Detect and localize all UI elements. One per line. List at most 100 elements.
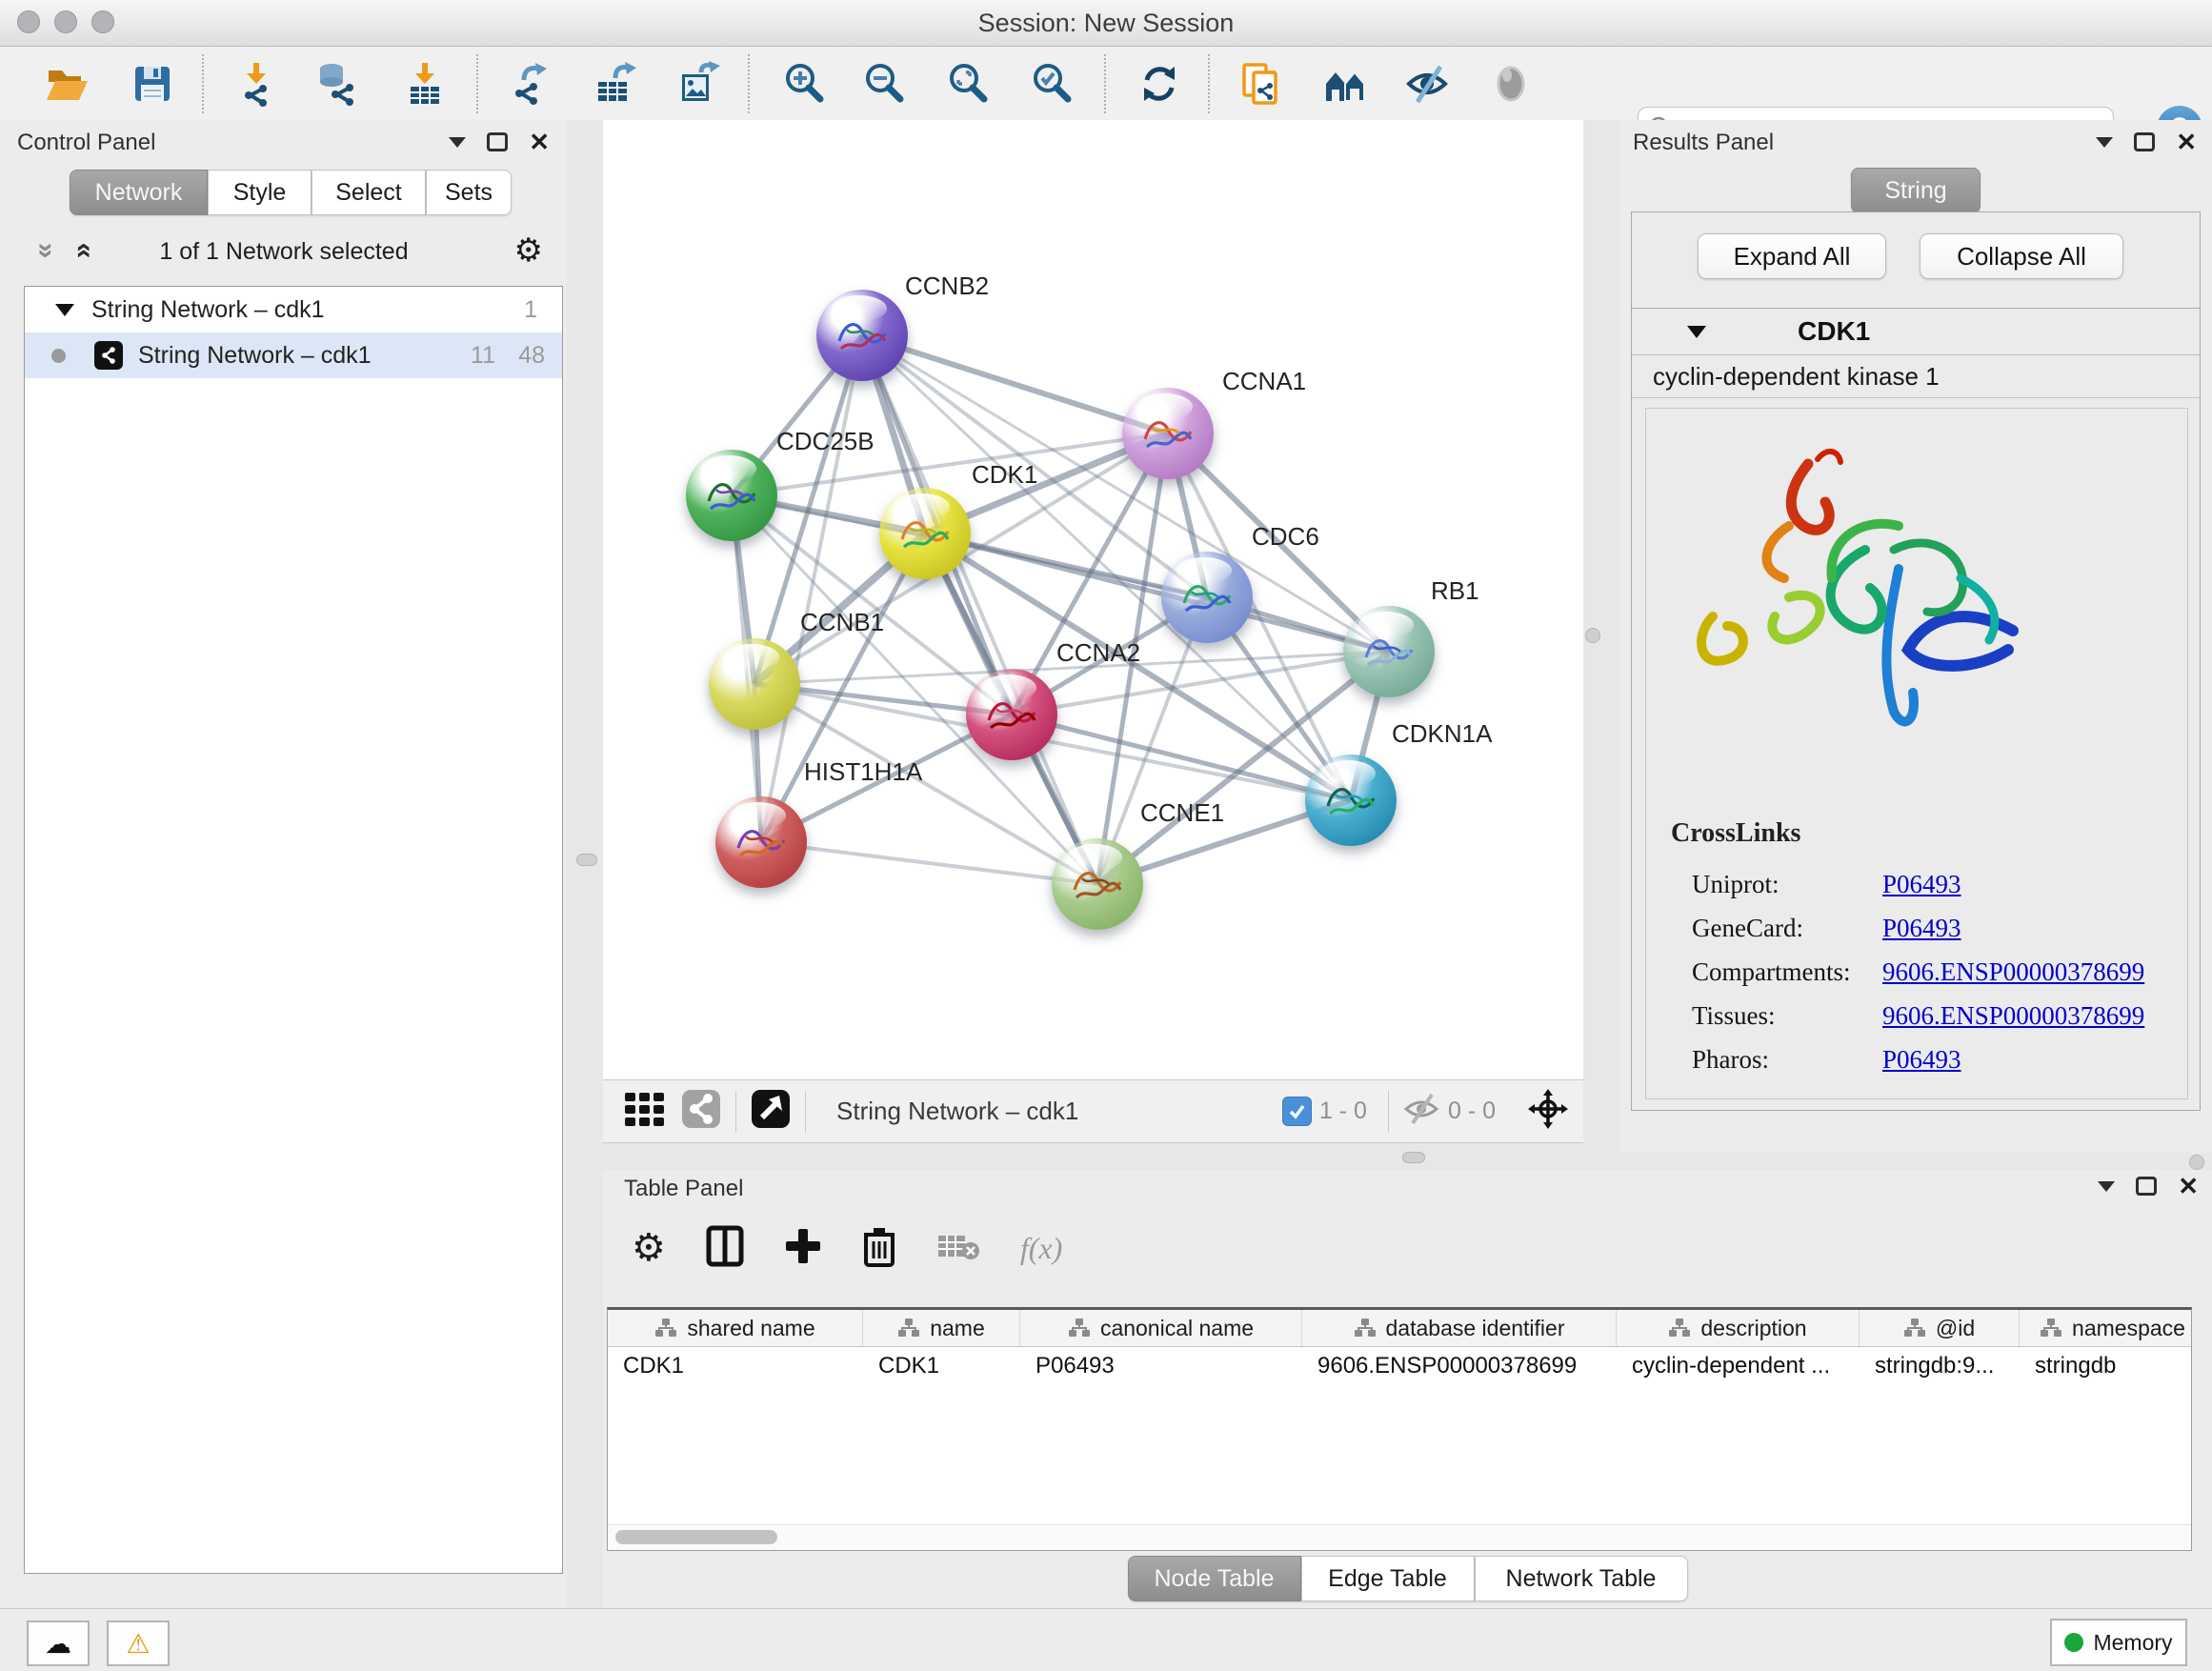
panel-float-icon[interactable] — [2134, 132, 2155, 151]
zoom-in-icon[interactable] — [777, 58, 831, 110]
first-neighbors-icon[interactable] — [1318, 58, 1372, 110]
table-cell[interactable]: cyclin-dependent ... — [1617, 1347, 1860, 1385]
export-image-icon[interactable] — [673, 58, 726, 110]
hide-selected-icon[interactable] — [1400, 58, 1454, 110]
toolbar-separator — [476, 54, 478, 113]
zoom-fit-icon[interactable] — [941, 58, 995, 110]
save-session-icon[interactable] — [126, 58, 179, 110]
table-horizontal-scrollbar[interactable] — [608, 1524, 2191, 1550]
network-edge[interactable] — [761, 842, 1097, 884]
network-options-gear-icon[interactable]: ⚙ — [514, 234, 543, 267]
right-splitter-handle[interactable] — [1585, 628, 1600, 643]
apply-layout-icon[interactable] — [1133, 58, 1186, 110]
export-network-icon[interactable] — [505, 58, 558, 110]
table-options-gear-icon[interactable]: ⚙ — [632, 1229, 666, 1267]
column-header-namespace[interactable]: namespace — [2020, 1310, 2192, 1346]
table-cell[interactable]: P06493 — [1020, 1347, 1302, 1385]
collection-expand-icon[interactable] — [55, 304, 74, 316]
network-node-cdkn1a[interactable] — [1305, 755, 1397, 846]
show-columns-icon[interactable] — [706, 1225, 744, 1272]
column-header-name[interactable]: name — [863, 1310, 1020, 1346]
column-header-description[interactable]: description — [1617, 1310, 1860, 1346]
tab-sets[interactable]: Sets — [426, 170, 512, 215]
tab-network-table[interactable]: Network Table — [1475, 1556, 1688, 1601]
delete-column-icon[interactable] — [862, 1225, 896, 1272]
column-header-shared-name[interactable]: shared name — [608, 1310, 863, 1346]
network-edge[interactable] — [862, 335, 1097, 884]
import-network-file-icon[interactable] — [231, 58, 284, 110]
panel-float-icon[interactable] — [2136, 1177, 2157, 1196]
collapse-all-button[interactable]: Collapse All — [1920, 233, 2123, 279]
node-label-ccna2: CCNA2 — [1056, 638, 1140, 668]
network-collection-row[interactable]: String Network – cdk1 1 — [25, 287, 562, 332]
zoom-out-icon[interactable] — [857, 58, 911, 110]
expand-all-button[interactable]: Expand All — [1698, 233, 1886, 279]
table-cell[interactable]: CDK1 — [863, 1347, 1020, 1385]
add-column-icon[interactable] — [784, 1227, 822, 1270]
table-cell[interactable]: stringdb:9... — [1860, 1347, 2020, 1385]
crosslink-link[interactable]: P06493 — [1882, 914, 1961, 943]
memory-button[interactable]: Memory — [2050, 1619, 2187, 1666]
network-node-cdk1[interactable] — [879, 488, 971, 579]
column-header-canonical-name[interactable]: canonical name — [1020, 1310, 1302, 1346]
panel-menu-icon[interactable] — [2096, 137, 2113, 148]
tab-edge-table[interactable]: Edge Table — [1301, 1556, 1475, 1601]
panel-menu-icon[interactable] — [2098, 1181, 2115, 1192]
panel-close-icon[interactable]: ✕ — [529, 130, 550, 154]
crosslink-link[interactable]: P06493 — [1882, 1045, 1961, 1075]
panel-close-icon[interactable]: ✕ — [2178, 1174, 2199, 1198]
hidden-items-icon — [1402, 1092, 1440, 1131]
table-cell[interactable]: CDK1 — [608, 1347, 863, 1385]
tab-style[interactable]: Style — [208, 170, 312, 215]
grid-view-icon[interactable] — [623, 1087, 667, 1136]
table-cell[interactable]: stringdb — [2020, 1347, 2192, 1385]
network-node-rb1[interactable] — [1343, 606, 1435, 697]
tab-node-table[interactable]: Node Table — [1128, 1556, 1301, 1601]
tab-select[interactable]: Select — [312, 170, 426, 215]
panel-close-icon[interactable]: ✕ — [2176, 130, 2197, 154]
crosslinks-section: CrossLinks Uniprot:P06493GeneCard:P06493… — [1671, 818, 2144, 1081]
selected-nodes-checkbox[interactable] — [1282, 1097, 1312, 1126]
bottom-splitter-handle[interactable] — [1402, 1152, 1425, 1163]
network-row[interactable]: String Network – cdk1 11 48 — [25, 332, 562, 378]
network-canvas[interactable]: CCNB2CCNA1CDC25BCDK1CDC6RB1CCNB1CCNA2CDK… — [603, 120, 1583, 1079]
scrollbar-thumb[interactable] — [615, 1530, 777, 1544]
import-table-file-icon[interactable] — [399, 58, 452, 110]
protein-structure-thumbnail — [1322, 775, 1379, 825]
network-edge[interactable] — [862, 335, 1168, 433]
show-all-icon[interactable] — [1484, 58, 1538, 110]
warnings-button[interactable]: ⚠ — [107, 1621, 170, 1666]
clone-network-icon[interactable] — [1235, 58, 1288, 110]
birdseye-view-icon[interactable] — [750, 1088, 792, 1135]
left-splitter-handle[interactable] — [576, 854, 597, 866]
tab-network[interactable]: Network — [70, 170, 208, 215]
network-node-ccna1[interactable] — [1122, 388, 1214, 479]
network-share-view-icon[interactable] — [680, 1088, 722, 1135]
table-cell[interactable]: 9606.ENSP00000378699 — [1302, 1347, 1617, 1385]
import-network-database-icon[interactable] — [312, 58, 365, 110]
column-header-database-identifier[interactable]: database identifier — [1302, 1310, 1617, 1346]
network-node-cdc6[interactable] — [1161, 552, 1253, 643]
pan-crosshair-icon[interactable] — [1528, 1089, 1568, 1134]
open-session-icon[interactable] — [40, 58, 93, 110]
network-node-cdc25b[interactable] — [686, 450, 777, 541]
cloud-status-button[interactable]: ☁ — [27, 1621, 90, 1666]
crosslink-link[interactable]: P06493 — [1882, 870, 1961, 899]
network-node-ccnb1[interactable] — [709, 638, 800, 730]
corner-grip-handle[interactable] — [2189, 1155, 2204, 1170]
network-node-ccna2[interactable] — [966, 669, 1057, 760]
network-node-hist1h1a[interactable] — [715, 796, 807, 888]
tab-string[interactable]: String — [1851, 168, 1980, 213]
panel-float-icon[interactable] — [487, 132, 508, 151]
network-edge[interactable] — [925, 534, 1389, 652]
zoom-selected-icon[interactable] — [1025, 58, 1078, 110]
protein-collapse-icon[interactable] — [1687, 326, 1706, 338]
crosslink-link[interactable]: 9606.ENSP00000378699 — [1882, 957, 2144, 987]
column-header--id[interactable]: @id — [1860, 1310, 2020, 1346]
panel-menu-icon[interactable] — [449, 137, 466, 148]
export-table-icon[interactable] — [589, 58, 642, 110]
crosslink-link[interactable]: 9606.ENSP00000378699 — [1882, 1001, 2144, 1031]
protein-header-row[interactable]: CDK1 — [1632, 309, 2200, 355]
network-node-ccne1[interactable] — [1052, 838, 1143, 930]
network-node-ccnb2[interactable] — [816, 290, 908, 381]
